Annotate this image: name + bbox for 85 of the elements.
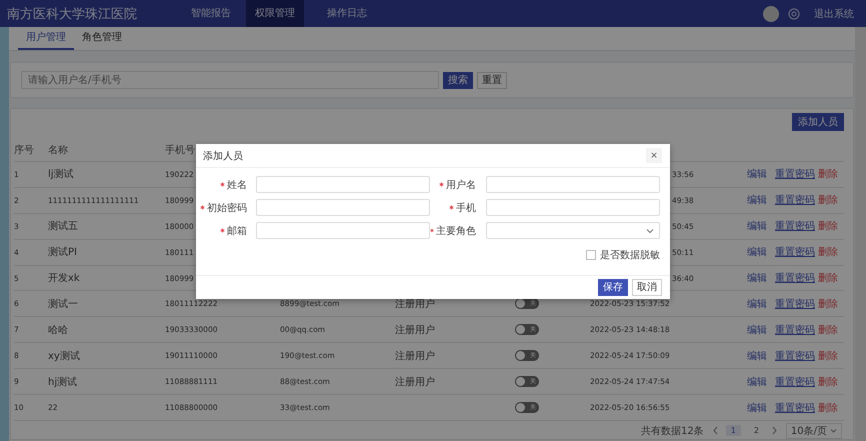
reset-password-link[interactable]: 重置密码 [775, 271, 815, 285]
delete-link[interactable]: 删除 [818, 296, 838, 311]
edit-link[interactable]: 编辑 [747, 271, 767, 285]
delete-link[interactable]: 删除 [818, 374, 838, 389]
table-cell-text: 测试五 [48, 220, 78, 234]
previous-page-icon [712, 426, 718, 436]
nav-item[interactable]: 操作日志 [318, 0, 376, 27]
table-cell-text: 注册用户 [395, 350, 435, 363]
delete-link[interactable]: 删除 [818, 167, 838, 182]
search-field[interactable]: 请输入用户名/手机号 [21, 71, 439, 89]
delete-link[interactable]: 删除 [818, 271, 838, 285]
page-size-select[interactable]: 10条/页 [786, 422, 842, 439]
field-label: 邮箱 [227, 224, 247, 238]
table-cell-text: hj测试 [48, 376, 78, 389]
nav-item[interactable]: 权限管理 [246, 0, 304, 27]
field-label: 主要角色 [436, 224, 476, 238]
avatar[interactable] [763, 6, 779, 22]
input-field[interactable] [256, 176, 430, 193]
cancel-button[interactable]: 取消 [632, 279, 662, 296]
next-page-icon [772, 426, 778, 436]
search-button[interactable]: 搜索 [443, 72, 473, 88]
reset-password-link[interactable]: 重置密码 [775, 348, 815, 363]
reset-password-link[interactable]: 重置密码 [775, 322, 815, 337]
app-title: 南方医科大学珠江医院 [6, 6, 138, 22]
table-cell-text: lj测试 [48, 168, 74, 182]
reset-password-link[interactable]: 重置密码 [775, 245, 815, 260]
edit-link[interactable]: 编辑 [747, 374, 767, 389]
reset-button[interactable]: 重置 [477, 72, 507, 88]
table-cell-text: 哈哈 [48, 324, 68, 337]
nav-item[interactable]: 智能报告 [182, 0, 240, 27]
field-label: 初始密码 [207, 202, 247, 214]
table-cell-text: 测试PI [48, 246, 77, 260]
input-field[interactable] [486, 176, 660, 193]
column-header: 名称 [48, 144, 68, 158]
edit-link[interactable]: 编辑 [747, 219, 767, 234]
delete-link[interactable]: 删除 [818, 193, 838, 208]
close-button[interactable]: × [646, 148, 662, 163]
column-header: 序号 [14, 144, 34, 158]
settings-icon [788, 8, 800, 20]
save-button[interactable]: 保存 [598, 279, 628, 296]
field-label: 用户名 [446, 178, 476, 192]
reset-password-link[interactable]: 重置密码 [775, 219, 815, 234]
table-cell-text: 注册用户 [395, 298, 435, 311]
delete-link[interactable]: 删除 [818, 322, 838, 337]
tab[interactable]: 用户管理 [18, 27, 74, 50]
add-person-button[interactable]: 添加人员 [792, 113, 844, 131]
reset-password-link[interactable]: 重置密码 [775, 193, 815, 208]
field-label: 手机 [456, 202, 476, 214]
delete-link[interactable]: 删除 [818, 245, 838, 260]
page-button[interactable]: 2 [748, 425, 764, 436]
page-button[interactable]: 1 [726, 425, 741, 436]
total-count: 共有数据12条 [640, 424, 704, 438]
table-cell-text: xy测试 [48, 350, 80, 363]
input-field[interactable] [256, 222, 430, 239]
input-field[interactable] [486, 199, 660, 216]
delete-link[interactable]: 删除 [818, 400, 838, 415]
input-field[interactable] [256, 199, 430, 216]
tab[interactable]: 角色管理 [74, 27, 130, 50]
table-cell-text: 测试一 [48, 298, 78, 311]
edit-link[interactable]: 编辑 [747, 400, 767, 415]
table-cell-text: 注册用户 [395, 324, 435, 337]
delete-link[interactable]: 删除 [818, 348, 838, 363]
checkbox-label: 是否数据脱敏 [600, 249, 660, 262]
table-cell-text: 开发xk [48, 272, 80, 285]
column-header: 手机号 [165, 144, 195, 158]
edit-link[interactable]: 编辑 [747, 167, 767, 182]
edit-link[interactable]: 编辑 [747, 348, 767, 363]
chevron-down-icon [830, 428, 837, 434]
table-cell-text: 注册用户 [395, 376, 435, 389]
field-label: 姓名 [227, 178, 247, 192]
edit-link[interactable]: 编辑 [747, 193, 767, 208]
checkbox[interactable] [586, 250, 596, 260]
dialog-title: 添加人员 [203, 150, 243, 162]
reset-password-link[interactable]: 重置密码 [775, 167, 815, 182]
logout-link[interactable]: 退出系统 [814, 6, 854, 20]
reset-password-link[interactable]: 重置密码 [775, 296, 815, 311]
chevron-down-icon [646, 228, 654, 234]
edit-link[interactable]: 编辑 [747, 322, 767, 337]
delete-link[interactable]: 删除 [818, 219, 838, 234]
reset-password-link[interactable]: 重置密码 [775, 400, 815, 415]
scrollbar[interactable] [855, 27, 866, 441]
reset-password-link[interactable]: 重置密码 [775, 374, 815, 389]
edit-link[interactable]: 编辑 [747, 296, 767, 311]
select-field[interactable] [486, 222, 660, 239]
edit-link[interactable]: 编辑 [747, 245, 767, 260]
